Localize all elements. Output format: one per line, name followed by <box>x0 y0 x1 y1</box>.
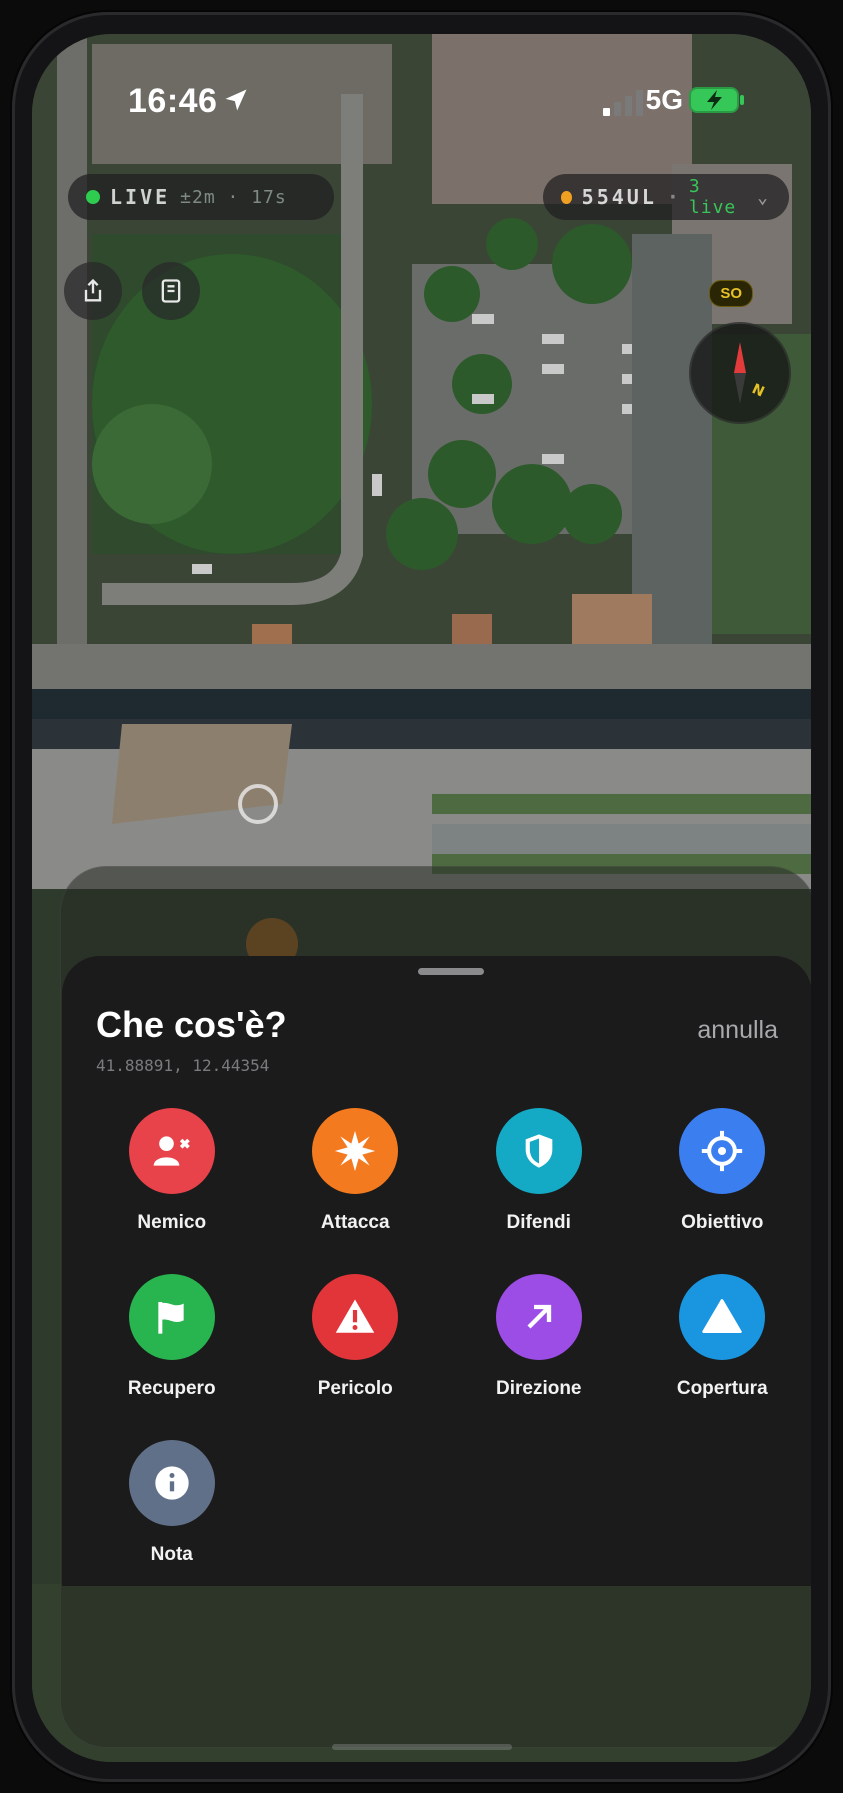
marker-option-nota[interactable]: Nota <box>80 1440 264 1566</box>
compass-needle-icon: N <box>734 342 767 404</box>
marker-type-sheet: Che cos'è? 41.88891, 12.44354 annulla Ne… <box>62 956 811 1586</box>
target-icon <box>679 1108 766 1194</box>
notebook-icon <box>161 279 181 303</box>
map-location-marker[interactable] <box>238 784 278 824</box>
marker-option-label: Attacca <box>320 1212 390 1233</box>
marker-option-copertura[interactable]: Copertura <box>631 1274 812 1400</box>
signal-bars-icon <box>603 90 643 116</box>
compass-heading-badge: SO <box>709 280 753 307</box>
marker-option-attacca[interactable]: Attacca <box>264 1108 448 1234</box>
marker-option-label: Difendi <box>506 1212 571 1233</box>
battery-charging-icon <box>689 87 744 113</box>
share-button[interactable] <box>64 262 122 320</box>
live-accuracy: ±2m · 17s <box>180 186 287 208</box>
network-type: 5G <box>645 84 683 115</box>
sheet-title: Che cos'è? <box>96 1004 287 1045</box>
notebook-button[interactable] <box>142 262 200 320</box>
home-indicator[interactable] <box>331 1744 512 1750</box>
svg-text:N: N <box>749 381 766 400</box>
direction-arrow-icon <box>495 1274 582 1360</box>
team-dot-icon <box>561 190 572 204</box>
marker-option-label: Direzione <box>495 1378 582 1399</box>
cancel-button[interactable]: annulla <box>697 1016 778 1045</box>
device-frame: 16:46 5G LIVE ±2m · 17s 554UL · 3 live ⌄… <box>12 12 831 1782</box>
shield-icon <box>495 1108 582 1194</box>
flag-icon <box>128 1274 215 1360</box>
marker-type-grid: Nemico Attacca Difendi Obiettivo Recuper… <box>80 1108 811 1566</box>
marker-option-label: Recupero <box>127 1378 216 1399</box>
cover-triangle-icon <box>679 1274 766 1360</box>
live-dot-icon <box>86 190 100 204</box>
live-label: LIVE <box>110 185 171 209</box>
location-arrow-icon <box>225 89 247 111</box>
marker-option-label: Nemico <box>137 1212 207 1233</box>
status-bar: 16:46 5G <box>32 34 811 144</box>
share-icon <box>84 278 102 302</box>
coordinates-text: 41.88891, 12.44354 <box>96 1056 270 1075</box>
team-code: 554UL <box>581 185 657 209</box>
marker-option-label: Nota <box>150 1544 193 1565</box>
marker-option-label: Pericolo <box>317 1378 393 1399</box>
marker-option-pericolo[interactable]: Pericolo <box>264 1274 448 1400</box>
team-selector-chip[interactable]: 554UL · 3 live ⌄ <box>543 174 789 220</box>
status-time: 16:46 <box>128 82 218 120</box>
info-icon <box>128 1440 215 1526</box>
attack-icon <box>312 1108 399 1194</box>
marker-option-recupero[interactable]: Recupero <box>80 1274 264 1400</box>
enemy-icon <box>128 1108 215 1194</box>
marker-option-label: Obiettivo <box>681 1212 764 1233</box>
marker-option-difendi[interactable]: Difendi <box>447 1108 631 1234</box>
team-separator: · <box>666 185 679 209</box>
chevron-down-icon: ⌄ <box>757 186 771 208</box>
live-status-chip[interactable]: LIVE ±2m · 17s <box>68 174 334 220</box>
warning-icon <box>312 1274 399 1360</box>
screen: 16:46 5G LIVE ±2m · 17s 554UL · 3 live ⌄… <box>32 34 811 1762</box>
marker-option-direzione[interactable]: Direzione <box>447 1274 631 1400</box>
marker-option-label: Copertura <box>676 1378 768 1399</box>
sheet-grabber[interactable] <box>418 968 484 975</box>
marker-option-obiettivo[interactable]: Obiettivo <box>631 1108 812 1234</box>
team-live-count: 3 live <box>688 176 737 218</box>
marker-option-nemico[interactable]: Nemico <box>80 1108 264 1234</box>
compass-button[interactable]: N <box>689 322 791 424</box>
